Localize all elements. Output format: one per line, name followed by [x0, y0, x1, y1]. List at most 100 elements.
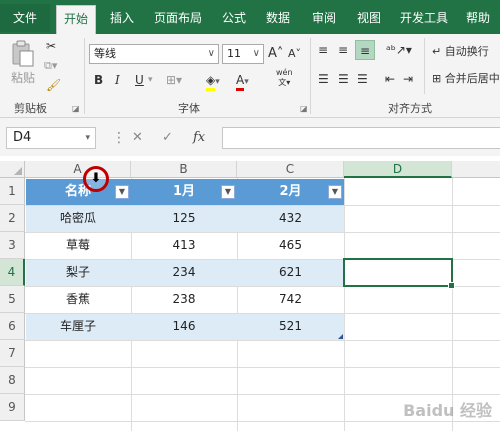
- column-header-a[interactable]: A: [25, 161, 131, 178]
- wrap-text-icon: ↵: [432, 45, 442, 58]
- table-cell[interactable]: 465: [237, 232, 344, 259]
- align-bottom-icon[interactable]: ≡: [355, 40, 375, 60]
- chevron-down-icon: ▾: [215, 77, 220, 87]
- table-cell[interactable]: 432: [237, 205, 344, 232]
- tab-page-layout[interactable]: 页面布局: [154, 9, 202, 27]
- tab-help[interactable]: 帮助: [466, 9, 490, 27]
- filter-dropdown-icon[interactable]: ▼: [221, 185, 235, 199]
- table-cell[interactable]: 621: [237, 259, 344, 286]
- selected-cell-d4[interactable]: [343, 258, 455, 289]
- copy-icon[interactable]: ⧉▾: [44, 56, 57, 76]
- border-icon[interactable]: ⊞▾: [166, 70, 182, 90]
- clipboard-launcher-icon[interactable]: ◪: [72, 104, 80, 113]
- tab-insert[interactable]: 插入: [110, 9, 134, 27]
- align-left-icon[interactable]: ☰: [318, 69, 329, 89]
- table-cell[interactable]: 234: [131, 259, 237, 286]
- row-header-1[interactable]: 1: [0, 178, 25, 205]
- row-header-6[interactable]: 6: [0, 313, 25, 340]
- wrap-text-button[interactable]: ↵ 自动换行: [432, 42, 489, 62]
- row-header-8[interactable]: 8: [0, 367, 25, 394]
- table-cell[interactable]: 香蕉: [25, 286, 131, 313]
- row-header-3[interactable]: 3: [0, 232, 25, 259]
- underline-dropdown-icon[interactable]: ▾: [148, 70, 153, 90]
- phonetic-button[interactable]: wén 文▾: [276, 68, 293, 88]
- table-cell[interactable]: 125: [131, 205, 237, 232]
- font-size-value: 11: [227, 47, 241, 60]
- column-header-e[interactable]: [452, 161, 500, 178]
- table-cell[interactable]: 238: [131, 286, 237, 313]
- formula-bar: D4 ▾ ⋮ ✕ ✓ fx: [0, 118, 500, 156]
- filter-dropdown-icon[interactable]: ▼: [115, 185, 129, 199]
- cancel-icon[interactable]: ✕: [132, 128, 143, 148]
- table-cell[interactable]: 413: [131, 232, 237, 259]
- cut-icon[interactable]: ✂: [46, 36, 56, 56]
- bold-button[interactable]: B: [94, 70, 103, 90]
- font-name-combo[interactable]: 等线 ∨: [89, 44, 219, 64]
- font-launcher-icon[interactable]: ◪: [300, 104, 308, 113]
- merge-center-icon: ⊞: [432, 72, 442, 85]
- fill-bucket-icon: ◈: [206, 73, 216, 91]
- insert-function-icon[interactable]: fx: [193, 128, 205, 148]
- formula-input[interactable]: [222, 127, 500, 149]
- increase-indent-icon[interactable]: ⇥: [403, 69, 413, 89]
- table-cell[interactable]: 车厘子: [25, 313, 131, 340]
- more-options-icon[interactable]: ⋮: [112, 128, 126, 148]
- name-box[interactable]: D4 ▾: [6, 127, 96, 149]
- orientation-icon[interactable]: ᵃᵇ↗▾: [386, 40, 412, 60]
- gridline: [25, 394, 500, 395]
- tab-view[interactable]: 视图: [357, 9, 381, 27]
- decrease-indent-icon[interactable]: ⇤: [385, 69, 395, 89]
- table-cell[interactable]: 哈密瓜: [25, 205, 131, 232]
- filter-dropdown-icon[interactable]: ▼: [328, 185, 342, 199]
- tab-developer[interactable]: 开发工具: [400, 9, 448, 27]
- decrease-font-button[interactable]: A˅: [288, 44, 301, 64]
- column-header-c[interactable]: C: [237, 161, 344, 178]
- row-header-7[interactable]: 7: [0, 340, 25, 367]
- group-divider: [424, 38, 425, 94]
- tab-data[interactable]: 数据: [266, 9, 290, 27]
- row-header-9[interactable]: 9: [0, 394, 25, 421]
- clipboard-group-label: 剪贴板: [14, 102, 47, 115]
- font-color-button[interactable]: A▾: [236, 70, 249, 91]
- paste-button[interactable]: 粘贴: [6, 38, 40, 88]
- column-header-b[interactable]: B: [131, 161, 237, 178]
- row-header-2[interactable]: 2: [0, 205, 25, 232]
- watermark: Baidu 经验: [403, 401, 492, 420]
- tab-home[interactable]: 开始: [56, 5, 97, 34]
- align-middle-icon[interactable]: ≡: [338, 40, 348, 60]
- enter-icon[interactable]: ✓: [162, 128, 173, 148]
- table-cell[interactable]: 146: [131, 313, 237, 340]
- table-cell[interactable]: 梨子: [25, 259, 131, 286]
- row-header-5[interactable]: 5: [0, 286, 25, 313]
- merge-center-button[interactable]: ⊞ 合并后居中: [432, 69, 500, 89]
- group-divider: [84, 38, 85, 114]
- underline-button[interactable]: U: [135, 70, 144, 90]
- gridline: [452, 178, 453, 431]
- table-cell[interactable]: 草莓: [25, 232, 131, 259]
- fill-color-button[interactable]: ◈▾: [206, 70, 220, 91]
- alignment-group-label: 对齐方式: [388, 102, 432, 115]
- tab-review[interactable]: 审阅: [312, 9, 336, 27]
- increase-font-button[interactable]: A˄: [268, 44, 283, 64]
- group-divider: [310, 38, 311, 114]
- table-cell[interactable]: 521: [237, 313, 344, 340]
- increase-font-icon: A: [268, 46, 277, 61]
- tab-formulas[interactable]: 公式: [222, 9, 246, 27]
- format-painter-icon[interactable]: 🖌: [46, 75, 61, 95]
- font-size-combo[interactable]: 11 ∨: [222, 44, 264, 64]
- tab-file[interactable]: 文件: [0, 4, 50, 32]
- table-cell[interactable]: 742: [237, 286, 344, 313]
- chevron-down-icon: ∨: [252, 48, 260, 59]
- ribbon-tab-bar: 文件 开始 插入 页面布局 公式 数据 审阅 视图 开发工具 帮助: [0, 0, 500, 34]
- gridline: [25, 367, 500, 368]
- align-right-icon[interactable]: ☰: [357, 69, 368, 89]
- font-color-icon: A: [236, 73, 245, 91]
- align-center-icon[interactable]: ☰: [338, 69, 349, 89]
- italic-button[interactable]: I: [115, 70, 120, 90]
- align-top-icon[interactable]: ≡: [318, 40, 328, 60]
- table-resize-handle[interactable]: [338, 334, 343, 339]
- select-all-button[interactable]: [0, 161, 25, 178]
- row-header-4[interactable]: 4: [0, 259, 25, 286]
- column-header-d[interactable]: D: [344, 161, 452, 178]
- phonetic-label: wén: [276, 68, 293, 77]
